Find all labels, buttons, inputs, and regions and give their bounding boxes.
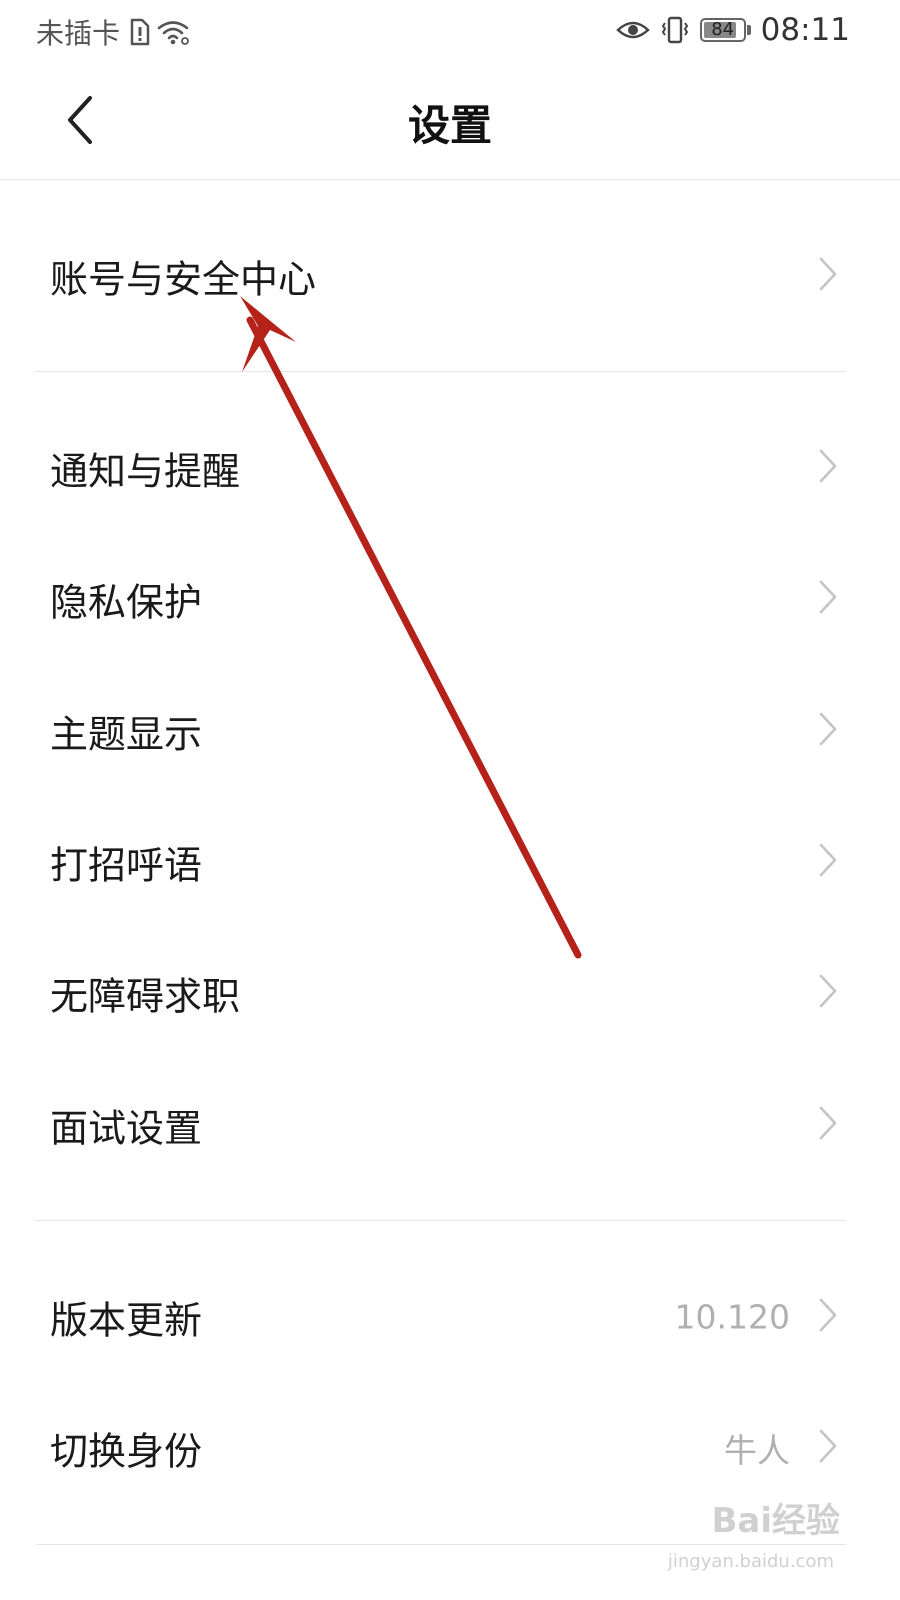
settings-item-label: 通知与提醒	[50, 449, 241, 494]
vibrate-icon	[660, 16, 690, 44]
settings-screen: 未插卡 84 08:11 设置 账号与安全中心 通知与提醒 隐私保护 主题显示 …	[0, 0, 900, 1600]
baidu-jingyan-watermark: Bai经验	[711, 1501, 840, 1541]
chevron-right-icon	[818, 711, 838, 751]
settings-item-version-update[interactable]: 版本更新 10.120	[0, 1267, 900, 1367]
eye-icon	[615, 18, 650, 42]
settings-item-label: 账号与安全中心	[50, 257, 317, 302]
settings-item-label: 隐私保护	[50, 580, 203, 625]
settings-item-theme[interactable]: 主题显示	[0, 681, 900, 781]
chevron-right-icon	[818, 1297, 838, 1337]
wifi-icon	[156, 18, 190, 46]
settings-item-notifications[interactable]: 通知与提醒	[0, 418, 900, 518]
chevron-right-icon	[818, 256, 838, 296]
settings-item-label: 主题显示	[50, 712, 203, 757]
section-divider	[36, 1544, 846, 1545]
carrier-label: 未插卡	[36, 17, 121, 50]
settings-item-label: 版本更新	[50, 1298, 203, 1343]
settings-item-privacy[interactable]: 隐私保护	[0, 549, 900, 649]
status-bar: 未插卡 84 08:11	[0, 0, 900, 62]
chevron-right-icon	[818, 842, 838, 882]
status-right: 84 08:11	[615, 12, 850, 48]
settings-item-label: 切换身份	[50, 1429, 203, 1474]
battery-icon: 84	[699, 18, 746, 42]
settings-item-greeting[interactable]: 打招呼语	[0, 812, 900, 912]
chevron-right-icon	[818, 579, 838, 619]
battery-level: 84	[711, 19, 735, 40]
section-divider	[36, 371, 846, 372]
settings-item-accessibility[interactable]: 无障碍求职	[0, 943, 900, 1043]
status-left: 未插卡	[36, 12, 190, 52]
watermark-url: jingyan.baidu.com	[667, 1551, 834, 1572]
current-identity: 牛人	[724, 1431, 790, 1470]
page-title: 设置	[407, 101, 492, 150]
section-divider	[36, 1220, 846, 1221]
settings-item-interview[interactable]: 面试设置	[0, 1075, 900, 1175]
settings-item-label: 无障碍求职	[50, 974, 241, 1019]
chevron-right-icon	[818, 448, 838, 488]
chevron-right-icon	[818, 973, 838, 1013]
battery-cap	[746, 25, 751, 35]
chevron-right-icon	[818, 1428, 838, 1468]
sim-alert-icon	[128, 18, 150, 46]
settings-item-account-security[interactable]: 账号与安全中心	[0, 226, 900, 326]
settings-item-label: 打招呼语	[50, 843, 203, 888]
clock: 08:11	[760, 12, 850, 48]
settings-item-label: 面试设置	[50, 1106, 203, 1151]
top-nav-bar: 设置	[0, 62, 900, 180]
chevron-right-icon	[818, 1105, 838, 1145]
version-number: 10.120	[674, 1297, 790, 1337]
settings-item-switch-identity[interactable]: 切换身份 牛人	[0, 1398, 900, 1498]
